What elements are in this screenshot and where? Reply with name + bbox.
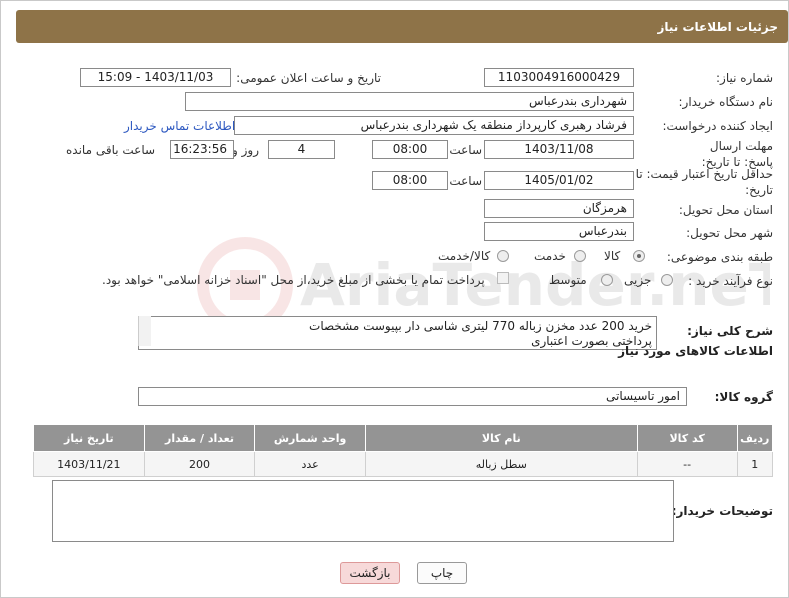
col-item-name: نام کالا (364, 424, 638, 452)
treasury-payment-note: پرداخت تمام یا بخشی از مبلغ خرید،از محل … (102, 273, 485, 287)
city-field[interactable]: بندرعباس (484, 222, 634, 241)
remaining-time-label: ساعت باقی مانده (66, 143, 156, 157)
col-item-code: کد کالا (636, 424, 738, 452)
col-unit: واحد شمارش (254, 424, 366, 452)
back-button[interactable]: بازگشت (340, 562, 400, 584)
category-label: طبقه بندی موضوعی: (666, 250, 773, 264)
price-valid-date-field[interactable]: 1405/01/02 (484, 171, 634, 190)
category-service-radio[interactable] (574, 250, 586, 262)
category-service-label: خدمت (534, 249, 566, 263)
creator-label: ایجاد کننده درخواست: (662, 119, 773, 133)
goods-section-title: اطلاعات کالاهای مورد نیاز (618, 344, 773, 358)
city-label: شهر محل تحویل: (686, 226, 773, 240)
province-field[interactable]: هرمزگان (484, 199, 634, 218)
days-remaining-field[interactable]: 4 (268, 140, 335, 159)
remaining-time-field[interactable]: 16:23:56 (170, 140, 234, 159)
price-valid-time-field[interactable]: 08:00 (372, 171, 448, 190)
deadline-date-field[interactable]: 1403/11/08 (484, 140, 634, 159)
contact-info-link[interactable]: اطلاعات تماس خریدار (124, 119, 235, 133)
need-number-label: شماره نیاز: (716, 71, 773, 85)
price-valid-label: حداقل تاریخ اعتبار قیمت: تا تاریخ: (635, 167, 773, 197)
deadline-time-label: ساعت (449, 143, 482, 157)
days-label: روز و (232, 143, 259, 157)
cell-item-code: -- (636, 451, 738, 477)
buyer-notes-label: توضیحات خریدار: (671, 504, 773, 518)
buyer-org-label: نام دستگاه خریدار: (678, 95, 774, 109)
treasury-payment-checkbox[interactable] (497, 272, 509, 284)
process-label: نوع فرآیند خرید : (688, 274, 773, 288)
deadline-time-field[interactable]: 08:00 (372, 140, 448, 159)
announce-label: تاریخ و ساعت اعلان عمومی: (236, 71, 381, 85)
announce-field[interactable]: 1403/11/03 - 15:09 (80, 68, 231, 87)
buyer-notes-textarea[interactable] (52, 480, 674, 542)
category-both-label: کالا/خدمت (438, 249, 491, 263)
description-line-2: پرداختی بصورت اعتباری (531, 334, 652, 348)
province-label: استان محل تحویل: (678, 203, 773, 217)
cell-unit: عدد (254, 451, 366, 477)
goods-table: ردیف کد کالا نام کالا واحد شمارش تعداد /… (33, 424, 774, 477)
goods-table-header: ردیف کد کالا نام کالا واحد شمارش تعداد /… (33, 424, 774, 452)
need-number-field[interactable]: 1103004916000429 (484, 68, 634, 87)
page-title: جزئیات اطلاعات نیاز (657, 20, 778, 34)
table-row[interactable]: 1 -- سطل زباله عدد 200 1403/11/21 (33, 451, 774, 477)
description-scrollbar[interactable] (138, 316, 151, 346)
description-textarea[interactable]: خرید 200 عدد مخزن زباله 770 لیتری شاسی د… (138, 316, 657, 350)
cell-row-number: 1 (736, 451, 774, 477)
process-medium-radio[interactable] (601, 274, 613, 286)
price-valid-time-label: ساعت (449, 174, 482, 188)
goods-group-field[interactable]: امور تاسیساتی (138, 387, 687, 406)
process-minor-label: جزیی (624, 273, 652, 287)
description-line-1: خرید 200 عدد مخزن زباله 770 لیتری شاسی د… (309, 319, 652, 333)
cell-item-name: سطل زباله (364, 451, 638, 477)
category-both-radio[interactable] (497, 250, 509, 262)
description-label: شرح کلی نیاز: (687, 324, 773, 338)
goods-group-label: گروه کالا: (714, 390, 773, 404)
col-need-date: تاریخ نیاز (33, 424, 145, 452)
process-medium-label: متوسط (549, 273, 587, 287)
category-goods-radio[interactable] (633, 250, 645, 262)
print-button[interactable]: چاپ (417, 562, 467, 584)
cell-quantity: 200 (143, 451, 256, 477)
creator-field[interactable]: فرشاد رهبری کارپرداز منطقه یک شهرداری بن… (234, 116, 634, 135)
category-goods-label: کالا (604, 249, 621, 263)
page-header: جزئیات اطلاعات نیاز (16, 10, 788, 43)
col-quantity: تعداد / مقدار (143, 424, 256, 452)
buyer-org-field[interactable]: شهرداری بندرعباس (185, 92, 634, 111)
process-minor-radio[interactable] (661, 274, 673, 286)
cell-need-date: 1403/11/21 (33, 451, 145, 477)
col-row-number: ردیف (736, 424, 774, 452)
